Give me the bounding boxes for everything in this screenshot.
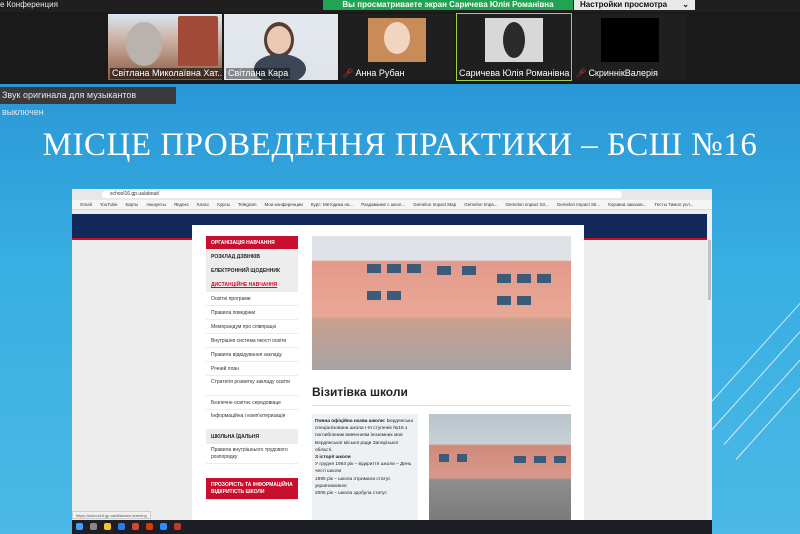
bookmark-item[interactable]: Курс: Методика на...	[311, 202, 353, 207]
participant-name: Саричева Юлія Романівна	[459, 68, 570, 78]
menu-item[interactable]: ОРГАНІЗАЦІЯ НАВЧАННЯ	[206, 236, 298, 250]
scrollbar[interactable]	[707, 210, 712, 520]
site-side-menu: ОРГАНІЗАЦІЯ НАВЧАННЯ РОЗКЛАД ДЗВІНКІВ ЕЛЕК…	[206, 236, 298, 500]
bookmark-item[interactable]: Карты	[125, 202, 138, 207]
participant-tile[interactable]: 🎤︎ СкриннікВалерія	[573, 14, 687, 80]
powerpoint-icon[interactable]	[146, 523, 153, 530]
menu-item[interactable]: Річний план	[206, 362, 298, 376]
divider	[312, 405, 571, 406]
school-building-photo	[429, 414, 571, 520]
mic-muted-icon: 🎤︎	[342, 68, 354, 78]
school-website: ОРГАНІЗАЦІЯ НАВЧАННЯ РОЗКЛАД ДЗВІНКІВ ЕЛЕК…	[72, 210, 712, 520]
bookmark-item[interactable]: Тесты Тимол усл...	[654, 202, 693, 207]
bookmark-item[interactable]: Аккаунты	[146, 202, 166, 207]
bookmark-item[interactable]: Мои конференции	[265, 202, 303, 207]
info-line: 1995 рік – школа отримала статус україно…	[315, 476, 391, 489]
audio-notice: Звук оригинала для музыкантов выключен	[0, 87, 176, 117]
participant-name-text: Анна Рубан	[355, 68, 405, 78]
zoom-icon[interactable]	[160, 523, 167, 530]
menu-item[interactable]: Інформаційна і комп'ютеризація	[206, 410, 298, 430]
bookmark-item[interactable]: Gemelon Impact Map	[413, 202, 456, 207]
info-label: З історії школи	[315, 455, 351, 461]
participant-name: 🎤︎ СкриннікВалерія	[575, 68, 658, 79]
participant-tile[interactable]: Світлана Кара	[224, 14, 338, 80]
section-heading: Візитівка школи	[312, 385, 408, 399]
chrome-icon[interactable]	[132, 523, 139, 530]
menu-item[interactable]: Меморандум про співпрацю	[206, 320, 298, 334]
menu-item[interactable]: ДИСТАНЦІЙНЕ НАВЧАННЯ	[206, 278, 298, 292]
participant-tile-active-speaker[interactable]: Саричева Юлія Романівна	[456, 13, 572, 81]
info-line: У грудня 1954 рік – відкриття школи – Де…	[315, 462, 412, 475]
menu-item[interactable]: РОЗКЛАД ДЗВІНКІВ	[206, 250, 298, 264]
participant-name-text: СкриннікВалерія	[588, 68, 658, 78]
mic-muted-icon: 🎤︎	[575, 68, 587, 78]
bookmark-item[interactable]: Класс	[197, 202, 209, 207]
bookmark-item[interactable]: Корзина заказов...	[608, 202, 646, 207]
bookmark-item[interactable]: Яндекс	[174, 202, 189, 207]
school-building-photo	[312, 236, 571, 370]
bookmark-item[interactable]: Telegram	[238, 202, 257, 207]
menu-item[interactable]: Безпечне освітнє середовище	[206, 396, 298, 410]
menu-item[interactable]: ШКІЛЬНА ЇДАЛЬНЯ	[206, 430, 298, 444]
meeting-topbar: е Конференция Вы просматриваете экран Са…	[0, 0, 800, 12]
browser-address-bar: school16.gp.ua/about/	[72, 189, 712, 200]
slide-title: МІСЦЕ ПРОВЕДЕННЯ ПРАКТИКИ – БСШ №16	[42, 127, 758, 163]
bookmark-item[interactable]: YouTube	[100, 202, 118, 207]
menu-item[interactable]: Внутрішня система якості освіти	[206, 334, 298, 348]
menu-item[interactable]: Правила відвідування закладу	[206, 348, 298, 362]
info-line: 2005 рік – школа здобула статус	[315, 491, 387, 497]
menu-item[interactable]: Правила внутрішнього трудового розпорядк…	[206, 444, 298, 464]
browser-screenshot: school16.gp.ua/about/ Gmail YouTube Карты А…	[72, 189, 712, 534]
menu-item[interactable]: Правила поведінки	[206, 306, 298, 320]
windows-taskbar	[72, 520, 712, 534]
folder-icon[interactable]	[104, 523, 111, 530]
bookmark-item[interactable]: Gmail	[80, 202, 92, 207]
participant-name: Світлана Кара	[226, 68, 291, 79]
participant-name: 🎤︎ Анна Рубан	[342, 68, 404, 79]
bookmarks-bar: Gmail YouTube Карты Аккаунты Яндекс Класс Курс…	[72, 200, 712, 210]
bookmark-item[interactable]: Курсы	[217, 202, 230, 207]
view-options-label: Настройки просмотра	[580, 0, 668, 9]
info-value: Бердянська спеціалізована школа І-ІІІ ст…	[315, 419, 413, 453]
shared-slide: МІСЦЕ ПРОВЕДЕННЯ ПРАКТИКИ – БСШ №16 scho…	[0, 84, 800, 534]
edge-icon[interactable]	[118, 523, 125, 530]
browser-url: school16.gp.ua/about/	[102, 191, 622, 198]
screen-share-banner: Вы просматриваете экран Саричева Юлія Ро…	[323, 0, 573, 10]
bookmark-item[interactable]: Раздавание с школ...	[361, 202, 405, 207]
participant-tile[interactable]: 🎤︎ Анна Рубан	[340, 14, 454, 80]
search-icon[interactable]	[90, 523, 97, 530]
info-label: Повна офіційна назва школи:	[315, 419, 386, 424]
start-icon[interactable]	[76, 523, 83, 530]
site-content-card: ОРГАНІЗАЦІЯ НАВЧАННЯ РОЗКЛАД ДЗВІНКІВ ЕЛЕК…	[192, 225, 584, 520]
app-icon[interactable]	[174, 523, 181, 530]
chevron-down-icon: ⌄	[682, 0, 689, 9]
participant-tile[interactable]: Світлана Миколаївна Хат...	[108, 14, 222, 80]
view-options-button[interactable]: Настройки просмотра ⌄	[574, 0, 695, 10]
menu-item[interactable]: ЕЛЕКТРОННИЙ ЩОДЕННИК	[206, 264, 298, 278]
participant-strip: Світлана Миколаївна Хат... Світлана Кара…	[0, 12, 800, 84]
bookmark-item[interactable]: Gemelon Impa...	[464, 202, 497, 207]
app-title: е Конференция	[0, 0, 58, 9]
bookmark-item[interactable]: Gemelon Impact Str...	[557, 202, 601, 207]
menu-item[interactable]: Освітні програми	[206, 292, 298, 306]
menu-item[interactable]: ПРОЗОРІСТЬ ТА ІНФОРМАЦІЙНА ВІДКРИТІСТЬ Ш…	[206, 478, 298, 500]
bookmark-item[interactable]: Gemelon impact Str...	[505, 202, 548, 207]
school-info-text: Повна офіційна назва школи: Бердянська с…	[312, 414, 418, 520]
scrollbar-thumb[interactable]	[708, 240, 711, 300]
link-status-url: https://school16.gp.ua/distance-learning	[72, 511, 151, 519]
menu-item[interactable]: Стратегія розвитку закладу освіти	[206, 376, 298, 396]
participant-name: Світлана Миколаївна Хат...	[110, 68, 222, 79]
